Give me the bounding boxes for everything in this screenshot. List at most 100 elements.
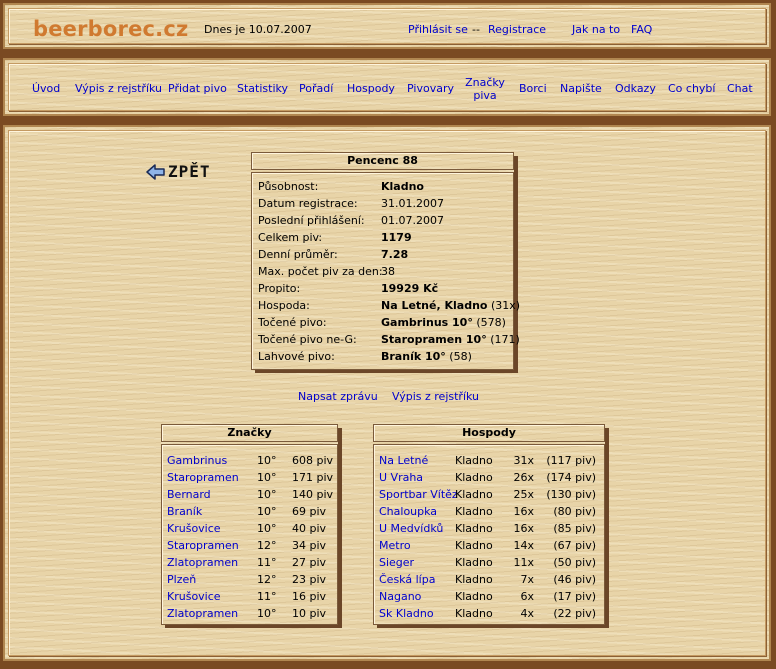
pub-name-link[interactable]: U Vraha xyxy=(379,471,423,484)
pub-visits: 11x xyxy=(513,556,534,569)
header-panel: beerborec.cz Dnes je 10.07.2007 Přihlási… xyxy=(3,3,771,49)
brand-degree: 11° xyxy=(257,556,277,569)
nav-vypis[interactable]: Výpis z rejstříku xyxy=(75,82,162,95)
nav-hospody[interactable]: Hospody xyxy=(347,82,395,95)
pub-visits: 4x xyxy=(520,607,534,620)
pub-beers: (80 piv) xyxy=(553,505,596,518)
pub-visits: 31x xyxy=(513,454,534,467)
profile-value-extra: (578) xyxy=(476,316,506,329)
pub-beers: (130 piv) xyxy=(546,488,596,501)
pub-city: Kladno xyxy=(455,488,493,501)
nav-napiste[interactable]: Napište xyxy=(560,82,602,95)
pub-visits: 6x xyxy=(520,590,534,603)
pub-name-link[interactable]: Metro xyxy=(379,539,411,552)
pub-name-link[interactable]: Chaloupka xyxy=(379,505,437,518)
nav-pivovary[interactable]: Pivovary xyxy=(407,82,454,95)
pub-city: Kladno xyxy=(455,539,493,552)
pub-city: Kladno xyxy=(455,573,493,586)
brand-count: 140 piv xyxy=(292,488,334,501)
profile-value-text: 19929 Kč xyxy=(381,282,439,295)
header-separator: -- xyxy=(472,23,480,36)
brand-count: 27 piv xyxy=(292,556,327,569)
profile-value-text: 38 xyxy=(381,265,395,278)
brand-degree: 10° xyxy=(257,505,277,518)
brand-name-link[interactable]: Gambrinus xyxy=(167,454,227,467)
profile-value-text: 01.07.2007 xyxy=(381,214,444,227)
brand-degree: 10° xyxy=(257,471,277,484)
brand-name-link[interactable]: Plzeň xyxy=(167,573,196,586)
profile-value-text: Gambrinus 10° xyxy=(381,316,473,329)
pub-beers: (17 piv) xyxy=(553,590,596,603)
profile-label: Poslední přihlášení: xyxy=(258,214,365,227)
brand-degree: 10° xyxy=(257,522,277,535)
brands-title: Značky xyxy=(161,424,338,442)
nav-uvod[interactable]: Úvod xyxy=(32,82,60,95)
profile-value: 38 xyxy=(381,265,395,278)
profile-value-text: 31.01.2007 xyxy=(381,197,444,210)
profile-value: 01.07.2007 xyxy=(381,214,444,227)
profile-value-text: Braník 10° xyxy=(381,350,446,363)
pubs-title: Hospody xyxy=(373,424,605,442)
nav-co-chybi[interactable]: Co chybí xyxy=(668,82,715,95)
brand-count: 34 piv xyxy=(292,539,327,552)
profile-value: Gambrinus 10° (578) xyxy=(381,316,506,329)
pub-city: Kladno xyxy=(455,590,493,603)
pub-name-link[interactable]: Česká lípa xyxy=(379,573,435,586)
brand-name-link[interactable]: Zlatopramen xyxy=(167,556,238,569)
brand-name-link[interactable]: Braník xyxy=(167,505,202,518)
nav-pridat-pivo[interactable]: Přidat pivo xyxy=(168,82,227,95)
profile-value: 19929 Kč xyxy=(381,282,438,295)
pub-beers: (117 piv) xyxy=(546,454,596,467)
nav-odkazy[interactable]: Odkazy xyxy=(615,82,656,95)
pub-visits: 14x xyxy=(513,539,534,552)
nav-statistiky[interactable]: Statistiky xyxy=(237,82,288,95)
brand-name-link[interactable]: Bernard xyxy=(167,488,211,501)
profile-value: 1179 xyxy=(381,231,412,244)
brand-name-link[interactable]: Staropramen xyxy=(167,471,239,484)
brand-degree: 12° xyxy=(257,539,277,552)
pub-name-link[interactable]: Na Letné xyxy=(379,454,428,467)
profile-value: Na Letné, Kladno (31x) xyxy=(381,299,520,312)
pub-name-link[interactable]: Nagano xyxy=(379,590,421,603)
profile-value: Kladno xyxy=(381,180,424,193)
profile-value-extra: (31x) xyxy=(490,299,521,312)
nav-poradi[interactable]: Pořadí xyxy=(299,82,333,95)
pub-beers: (22 piv) xyxy=(553,607,596,620)
back-arrow-icon xyxy=(146,164,165,180)
faq-link[interactable]: FAQ xyxy=(631,23,652,36)
profile-value-extra: (171) xyxy=(490,333,520,346)
brand-count: 171 piv xyxy=(292,471,334,484)
back-label: ZPĚT xyxy=(168,162,211,181)
pub-visits: 25x xyxy=(513,488,534,501)
pub-name-link[interactable]: Sieger xyxy=(379,556,414,569)
current-date: Dnes je 10.07.2007 xyxy=(204,23,312,36)
brand-name-link[interactable]: Krušovice xyxy=(167,522,221,535)
pub-beers: (85 piv) xyxy=(553,522,596,535)
registry-link[interactable]: Výpis z rejstříku xyxy=(392,390,479,403)
pub-name-link[interactable]: U Medvídků xyxy=(379,522,443,535)
profile-label: Působnost: xyxy=(258,180,319,193)
brand-count: 69 piv xyxy=(292,505,327,518)
pub-name-link[interactable]: Sk Kladno xyxy=(379,607,434,620)
nav-chat[interactable]: Chat xyxy=(727,82,753,95)
brand-count: 608 piv xyxy=(292,454,334,467)
profile-label: Max. počet piv za den: xyxy=(258,265,383,278)
profile-value-extra: (58) xyxy=(449,350,472,363)
profile-value: 7.28 xyxy=(381,248,408,261)
write-message-link[interactable]: Napsat zprávu xyxy=(298,390,378,403)
brand-name-link[interactable]: Staropramen xyxy=(167,539,239,552)
brand-name-link[interactable]: Krušovice xyxy=(167,590,221,603)
profile-value: 31.01.2007 xyxy=(381,197,444,210)
profile-value-text: 7.28 xyxy=(381,248,409,261)
pub-name-link[interactable]: Sportbar Vítěz xyxy=(379,488,458,501)
profile-value-text: Staropramen 10° xyxy=(381,333,487,346)
nav-znacky-piva[interactable]: Značky piva xyxy=(463,76,507,102)
nav-borci[interactable]: Borci xyxy=(519,82,547,95)
site-logo[interactable]: beerborec.cz xyxy=(33,17,188,41)
brand-count: 40 piv xyxy=(292,522,327,535)
register-link[interactable]: Registrace xyxy=(488,23,546,36)
howto-link[interactable]: Jak na to xyxy=(572,23,620,36)
brand-name-link[interactable]: Zlatopramen xyxy=(167,607,238,620)
profile-title: Pencenc 88 xyxy=(251,152,514,170)
login-link[interactable]: Přihlásit se xyxy=(408,23,468,36)
